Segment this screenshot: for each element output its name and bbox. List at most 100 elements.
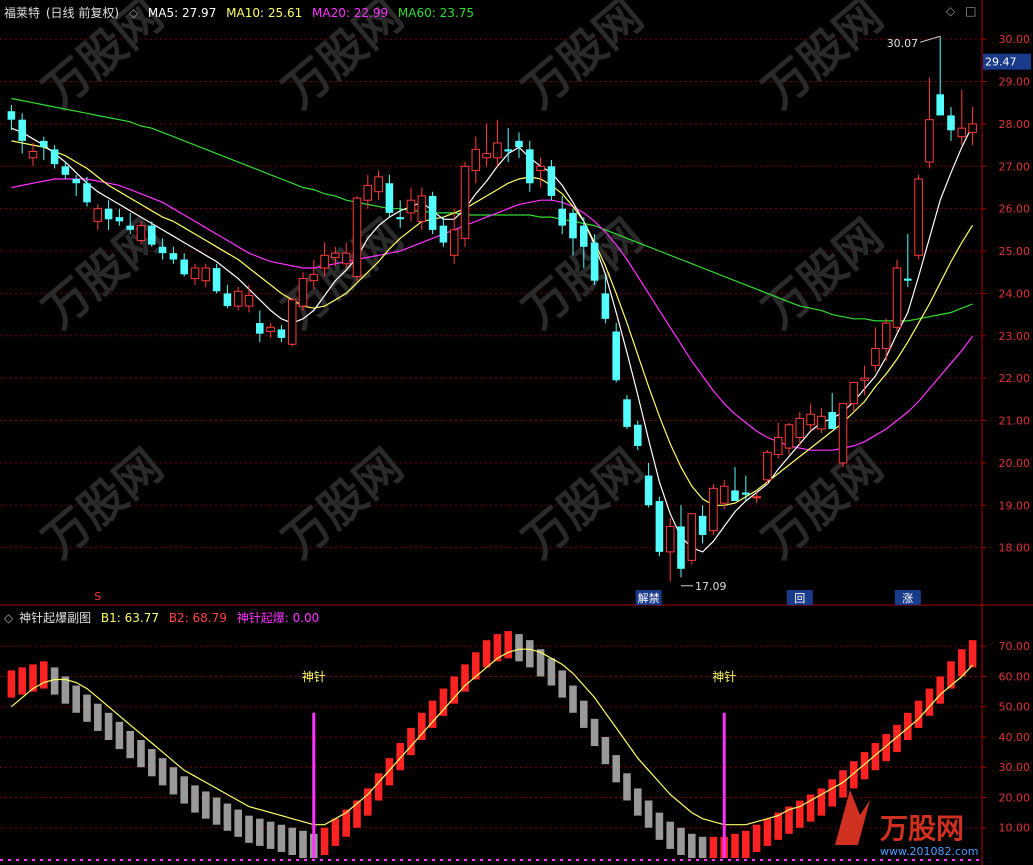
sub-bar bbox=[277, 824, 286, 852]
sub-bar bbox=[547, 658, 556, 686]
sub-bar bbox=[968, 640, 977, 668]
candle-body-down bbox=[677, 526, 685, 569]
candle-body-down bbox=[515, 140, 523, 148]
sub-bar bbox=[364, 788, 372, 816]
ma5-label: MA5: 27.97 bbox=[147, 6, 217, 20]
candle-body-down bbox=[601, 293, 610, 319]
candle-body-up bbox=[190, 267, 200, 280]
candle-body-up bbox=[309, 273, 319, 282]
ma20-label: MA20: 22.99 bbox=[312, 6, 389, 20]
sub-bar bbox=[72, 685, 80, 713]
s-marker: S bbox=[94, 590, 101, 603]
diamond-icon[interactable]: ◇ bbox=[946, 4, 955, 18]
candle-body-up bbox=[363, 184, 373, 201]
sub-bar bbox=[569, 685, 577, 713]
sub-bar bbox=[590, 718, 599, 747]
candle-body-down bbox=[385, 183, 394, 213]
sub-bar bbox=[688, 833, 696, 858]
candle-body-up bbox=[892, 267, 902, 328]
sub-bar bbox=[158, 758, 167, 786]
sub-bar bbox=[385, 758, 394, 786]
sub-tick-label: 60.00 bbox=[999, 670, 1031, 683]
settings-icon[interactable]: ◇ bbox=[4, 611, 13, 625]
sub-tick-label: 30.00 bbox=[999, 761, 1031, 774]
sub-bar bbox=[644, 800, 653, 828]
price-tick-label: 24.00 bbox=[999, 287, 1031, 300]
candle-body-up bbox=[298, 278, 308, 307]
sub-title[interactable]: 神针起爆副图 bbox=[19, 611, 91, 625]
candle-body-down bbox=[158, 246, 167, 254]
sub-bar bbox=[450, 676, 458, 704]
sub-bar bbox=[634, 788, 642, 816]
price-tick-label: 27.00 bbox=[999, 160, 1031, 173]
logo-icon bbox=[835, 790, 870, 845]
sub-bar bbox=[148, 749, 156, 777]
sub-bar bbox=[18, 667, 26, 695]
sub-bar bbox=[202, 791, 210, 819]
candle-body-up bbox=[968, 123, 977, 133]
sub-bar bbox=[223, 803, 232, 831]
price-tick-label: 19.00 bbox=[999, 499, 1031, 512]
watermark-text: 万股网 bbox=[32, 438, 172, 568]
sub-bar bbox=[7, 670, 16, 698]
sub-bar bbox=[698, 836, 707, 858]
candle-body-down bbox=[50, 149, 59, 165]
sub-bar bbox=[50, 667, 59, 695]
sub-header: ◇ 神针起爆副图 B1: 63.77 B2: 68.79 神针起爆: 0.00 bbox=[4, 609, 325, 626]
candle-body-up bbox=[795, 417, 805, 438]
settings-icon[interactable]: ◇ bbox=[129, 6, 138, 20]
candle-body-up bbox=[28, 150, 38, 159]
sub-bar bbox=[763, 818, 772, 846]
sub-bar bbox=[482, 640, 491, 668]
candle-body-up bbox=[849, 381, 859, 405]
candle-body-down bbox=[612, 331, 620, 381]
candle-body-down bbox=[558, 208, 566, 226]
candle-body-up bbox=[817, 415, 826, 430]
sub-bar bbox=[936, 676, 944, 704]
watermark-text: 万股网 bbox=[512, 438, 652, 568]
candle-body-down bbox=[547, 166, 556, 196]
sub-bar bbox=[914, 700, 923, 728]
candle-body-down bbox=[277, 329, 286, 338]
sub-bar bbox=[418, 712, 426, 740]
candle-body-up bbox=[763, 451, 772, 481]
sub-bar bbox=[677, 827, 685, 855]
candle-body-up bbox=[471, 148, 481, 172]
candle-body-up bbox=[536, 165, 545, 172]
stock-title[interactable]: 福莱特 bbox=[4, 6, 40, 20]
candle-body-up bbox=[709, 487, 718, 532]
candle-body-up bbox=[925, 119, 934, 163]
candle-body-down bbox=[256, 323, 264, 334]
sub-bar bbox=[731, 833, 739, 858]
candle-body-up bbox=[406, 199, 416, 214]
candle-body-down bbox=[698, 515, 707, 535]
candle-body-up bbox=[773, 436, 783, 455]
candle-body-up bbox=[244, 295, 254, 307]
ma10-label: MA10: 25.61 bbox=[226, 6, 303, 20]
candle-body-up bbox=[352, 197, 362, 277]
candle-body-up bbox=[719, 485, 729, 504]
sub-bar bbox=[601, 736, 610, 765]
candle-body-down bbox=[936, 94, 944, 116]
sub-bar bbox=[331, 818, 340, 846]
candle-body-up bbox=[449, 229, 459, 256]
burst-label: 神针起爆: 0.00 bbox=[236, 611, 320, 625]
logo-text: 万股网 bbox=[880, 812, 964, 845]
sub-bar bbox=[947, 661, 955, 689]
sub-bar bbox=[299, 830, 307, 858]
maximize-icon[interactable]: □ bbox=[965, 4, 976, 18]
sub-bar bbox=[256, 818, 264, 846]
price-tick-label: 18.00 bbox=[999, 542, 1031, 555]
sub-bar bbox=[353, 800, 361, 828]
candle-body-up bbox=[374, 176, 383, 193]
sub-bar bbox=[83, 694, 91, 722]
candle-body-up bbox=[687, 513, 697, 561]
sub-bar bbox=[666, 821, 674, 849]
sub-bar bbox=[428, 700, 437, 728]
candle-body-down bbox=[569, 212, 577, 239]
candle-body-down bbox=[904, 278, 912, 281]
sub-bar bbox=[439, 688, 448, 716]
price-tick-label: 21.00 bbox=[999, 415, 1031, 428]
chart-canvas: 30.00 29.00 28.00 27.00 26.00 25.00 24.00 23.00… bbox=[0, 0, 1033, 865]
sub-bar bbox=[925, 688, 934, 716]
